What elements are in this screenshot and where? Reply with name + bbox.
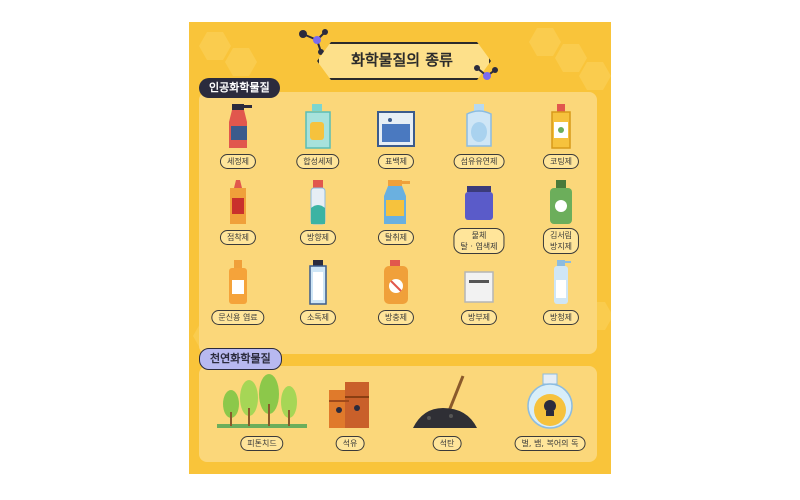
item-label: 방향제 — [299, 230, 337, 245]
item-phytoncide: 피톤치드 — [217, 372, 307, 454]
coal-shovel-icon — [413, 375, 477, 428]
hexagon-decoration — [199, 32, 231, 60]
spray-bottle-icon — [229, 104, 252, 148]
softener-bottle-icon — [466, 104, 492, 147]
section-label-artificial: 인공화학물질 — [199, 78, 280, 98]
item-adhesive: 접착제 — [202, 178, 274, 250]
item-preservative: 방부제 — [443, 258, 515, 330]
hexagon-decoration — [225, 48, 257, 76]
item-cleaner: 세정제 — [202, 102, 274, 174]
item-venom: 벌, 뱀, 복어의 독 — [505, 372, 595, 454]
glue-bottle-icon — [230, 180, 246, 224]
item-label: 문신용 염료 — [211, 310, 265, 325]
item-label: 벌, 뱀, 복어의 독 — [514, 436, 586, 451]
item-label: 합성세제 — [296, 154, 340, 169]
item-petroleum: 석유 — [315, 372, 385, 454]
item-label: 석유 — [335, 436, 365, 451]
item-hair-dye: 물체 탈 · 염색제 — [443, 178, 515, 254]
deodorizer-spray-icon — [384, 180, 410, 224]
dye-jar-icon — [465, 186, 493, 220]
preservative-box-icon — [464, 271, 494, 303]
item-antifog: 김서림 방지제 — [525, 178, 597, 254]
item-label: 방청제 — [542, 310, 580, 325]
insect-repellent-icon — [384, 260, 408, 304]
hexagon-decoration — [529, 28, 561, 56]
item-label: 코팅제 — [542, 154, 580, 169]
rust-inhibitor-spray-icon — [554, 260, 571, 304]
antifog-bottle-icon — [550, 180, 572, 224]
page-title: 화학물질의 종류 — [351, 51, 453, 69]
item-insect-repellent: 방충제 — [360, 258, 432, 330]
item-label: 피톤치드 — [240, 436, 284, 451]
tattoo-ink-icon — [229, 260, 247, 304]
item-label: 표백제 — [377, 154, 415, 169]
infographic-poster: 화학물질의 종류 인공화학물질 천연화학물질 세정제 합성세제 표백제 섬유유연… — [189, 22, 611, 474]
item-label: 방부제 — [460, 310, 498, 325]
item-coating: 코팅제 — [525, 102, 597, 174]
detergent-bottle-icon — [305, 104, 331, 149]
item-deodorizer: 탈취제 — [360, 178, 432, 250]
hexagon-decoration — [579, 62, 611, 90]
item-tattoo-ink: 문신용 염료 — [202, 258, 274, 330]
trees-icon — [217, 374, 307, 428]
item-disinfectant: 소독제 — [282, 258, 354, 330]
item-label: 접착제 — [219, 230, 257, 245]
item-label: 소독제 — [299, 310, 337, 325]
item-label: 섬유유연제 — [453, 154, 505, 169]
disinfectant-bottle-icon — [309, 260, 327, 305]
section-label-natural: 천연화학물질 — [199, 348, 282, 370]
molecule-icon — [474, 65, 498, 80]
air-freshener-icon — [310, 180, 326, 225]
item-fabric-softener: 섬유유연제 — [443, 102, 515, 174]
oil-barrels-icon — [329, 382, 369, 428]
coating-bottle-icon — [551, 104, 571, 149]
item-label: 방충제 — [377, 310, 415, 325]
item-bleach: 표백제 — [360, 102, 432, 174]
item-label: 석탄 — [432, 436, 462, 451]
bleach-box-icon — [377, 111, 415, 147]
item-rust-inhibitor: 방청제 — [525, 258, 597, 330]
item-coal: 석탄 — [407, 372, 487, 454]
item-label: 물체 탈 · 염색제 — [453, 228, 505, 254]
item-label: 탈취제 — [377, 230, 415, 245]
hexagon-decoration — [555, 44, 587, 72]
item-label: 김서림 방지제 — [542, 228, 580, 254]
poison-flask-icon — [527, 373, 573, 429]
item-synthetic-detergent: 합성세제 — [282, 102, 354, 174]
item-air-freshener: 방향제 — [282, 178, 354, 250]
item-label: 세정제 — [219, 154, 257, 169]
